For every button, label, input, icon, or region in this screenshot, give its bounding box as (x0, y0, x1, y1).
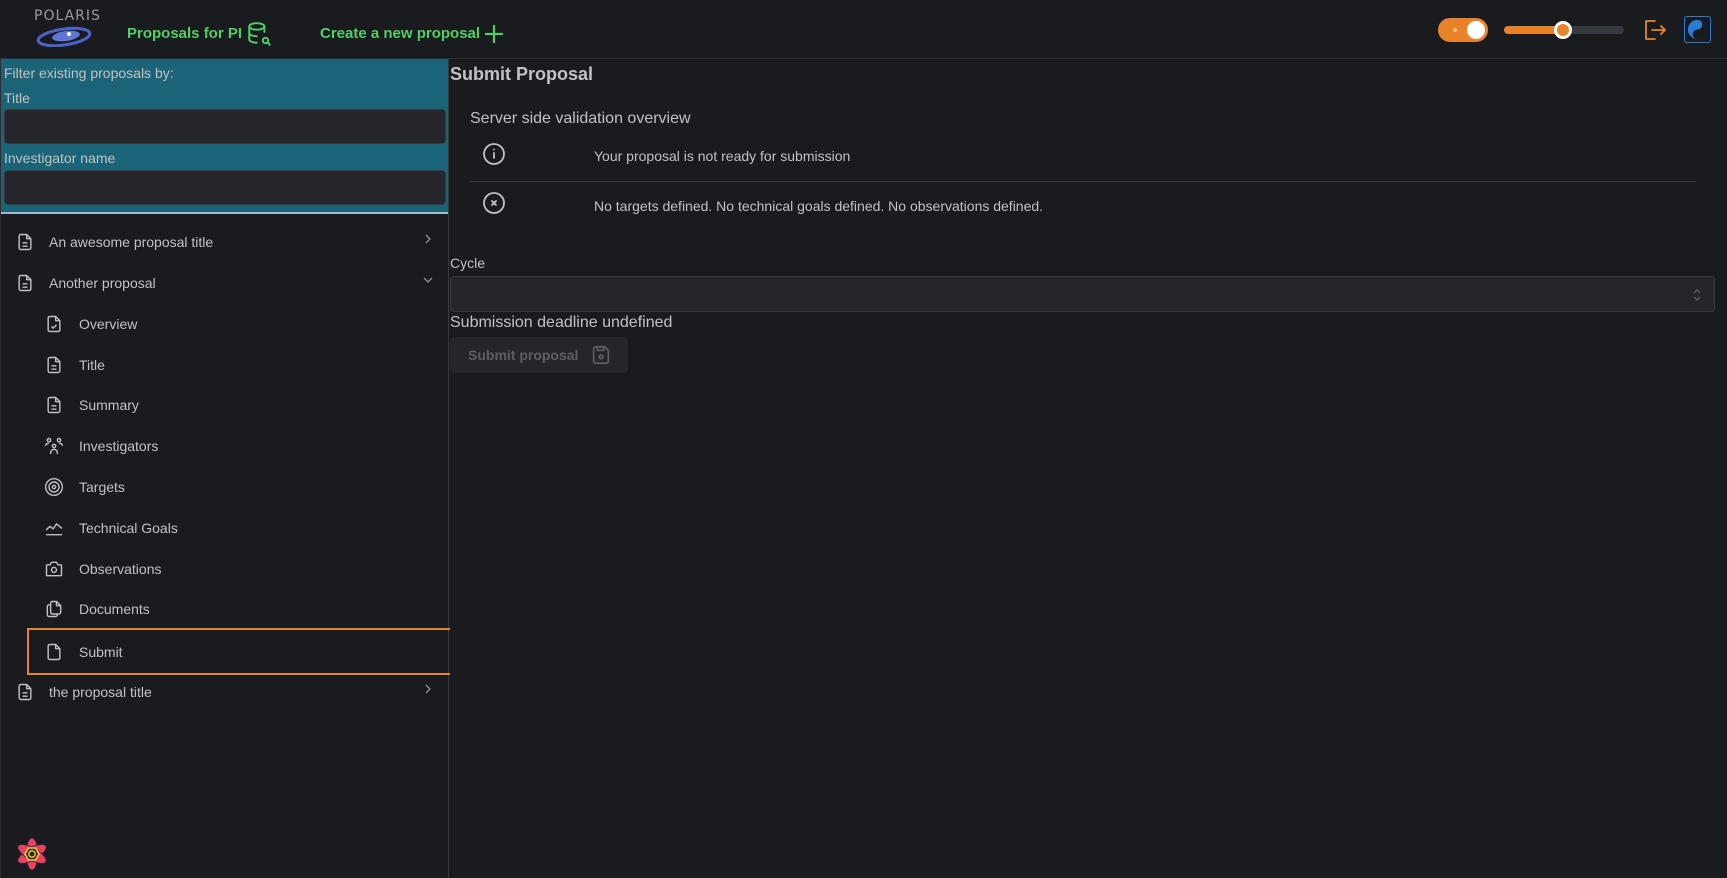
sidebar-item-submit[interactable]: Submit (27, 628, 450, 675)
file-check-icon (47, 315, 61, 333)
title-filter-label: Title (4, 90, 30, 106)
validation-message: Your proposal is not ready for submissio… (594, 148, 851, 164)
page-title: Submit Proposal (450, 64, 594, 84)
x-circle-icon (483, 192, 505, 214)
slider-thumb[interactable] (1553, 21, 1572, 39)
sidebar: Filter existing proposals by: Title Inve… (0, 59, 450, 878)
proposal-item-another[interactable]: Another proposal (1, 263, 448, 303)
selector-icon (1693, 289, 1701, 301)
galaxy-icon (36, 26, 92, 47)
database-search-icon[interactable] (246, 21, 272, 47)
filter-panel: Filter existing proposals by: Title Inve… (1, 59, 448, 214)
sidebar-item-targets[interactable]: Targets (27, 467, 448, 507)
users-group-icon (44, 437, 64, 455)
toggle-knob (1467, 21, 1485, 39)
camera-icon (45, 561, 63, 577)
file-text-icon (47, 396, 61, 414)
app-header: POLARIS Proposals for PI Create a new pr… (0, 0, 1727, 59)
yin-yang-icon (1687, 19, 1708, 40)
validation-error: No targets defined. No technical goals d… (594, 198, 1044, 214)
plus-icon[interactable] (484, 24, 504, 44)
sidebar-item-documents[interactable]: Documents (27, 589, 448, 629)
file-text-icon (47, 356, 61, 374)
investigator-filter-input[interactable] (4, 170, 446, 205)
submit-proposal-button[interactable]: Submit proposal (450, 337, 628, 373)
chevron-down-icon[interactable] (422, 274, 434, 286)
file-text-icon (18, 683, 32, 701)
react-logo-icon[interactable] (12, 834, 52, 874)
investigator-filter-label: Investigator name (4, 150, 116, 166)
sidebar-item-investigators[interactable]: Investigators (27, 426, 448, 466)
file-text-icon (18, 274, 32, 292)
logout-icon[interactable] (1643, 19, 1667, 41)
nav-proposals-for-pi[interactable]: Proposals for PI (127, 25, 242, 42)
font-size-slider[interactable] (1504, 21, 1624, 39)
filter-heading: Filter existing proposals by: (4, 65, 174, 81)
color-scheme-button[interactable] (1684, 16, 1711, 43)
file-icon (47, 643, 61, 661)
theme-toggle[interactable] (1438, 18, 1488, 42)
submission-deadline: Submission deadline undefined (450, 314, 673, 331)
cycle-label: Cycle (450, 255, 486, 271)
sidebar-item-observations[interactable]: Observations (27, 549, 448, 589)
chart-line-icon (45, 523, 63, 536)
proposal-item-the-proposal-title[interactable]: the proposal title (1, 672, 448, 712)
validation-divider (470, 181, 1696, 182)
polaris-logo[interactable]: POLARIS (30, 8, 100, 50)
sidebar-item-overview[interactable]: Overview (27, 304, 448, 344)
sidebar-item-summary[interactable]: Summary (27, 385, 448, 425)
cycle-select[interactable] (450, 276, 1715, 312)
target-icon (44, 477, 64, 497)
info-circle-icon (483, 143, 505, 165)
chevron-right-icon[interactable] (422, 233, 434, 245)
files-icon (46, 600, 62, 618)
proposal-item-awesome[interactable]: An awesome proposal title (1, 222, 448, 262)
nav-create-new-proposal[interactable]: Create a new proposal (320, 25, 480, 42)
file-text-icon (18, 233, 32, 251)
validation-heading: Server side validation overview (470, 110, 691, 127)
sidebar-item-title[interactable]: Title (27, 345, 448, 385)
sun-icon (1453, 28, 1457, 32)
device-floppy-icon (592, 345, 610, 365)
title-filter-input[interactable] (4, 109, 446, 144)
chevron-right-icon[interactable] (422, 683, 434, 695)
sidebar-item-technical-goals[interactable]: Technical Goals (27, 508, 448, 548)
